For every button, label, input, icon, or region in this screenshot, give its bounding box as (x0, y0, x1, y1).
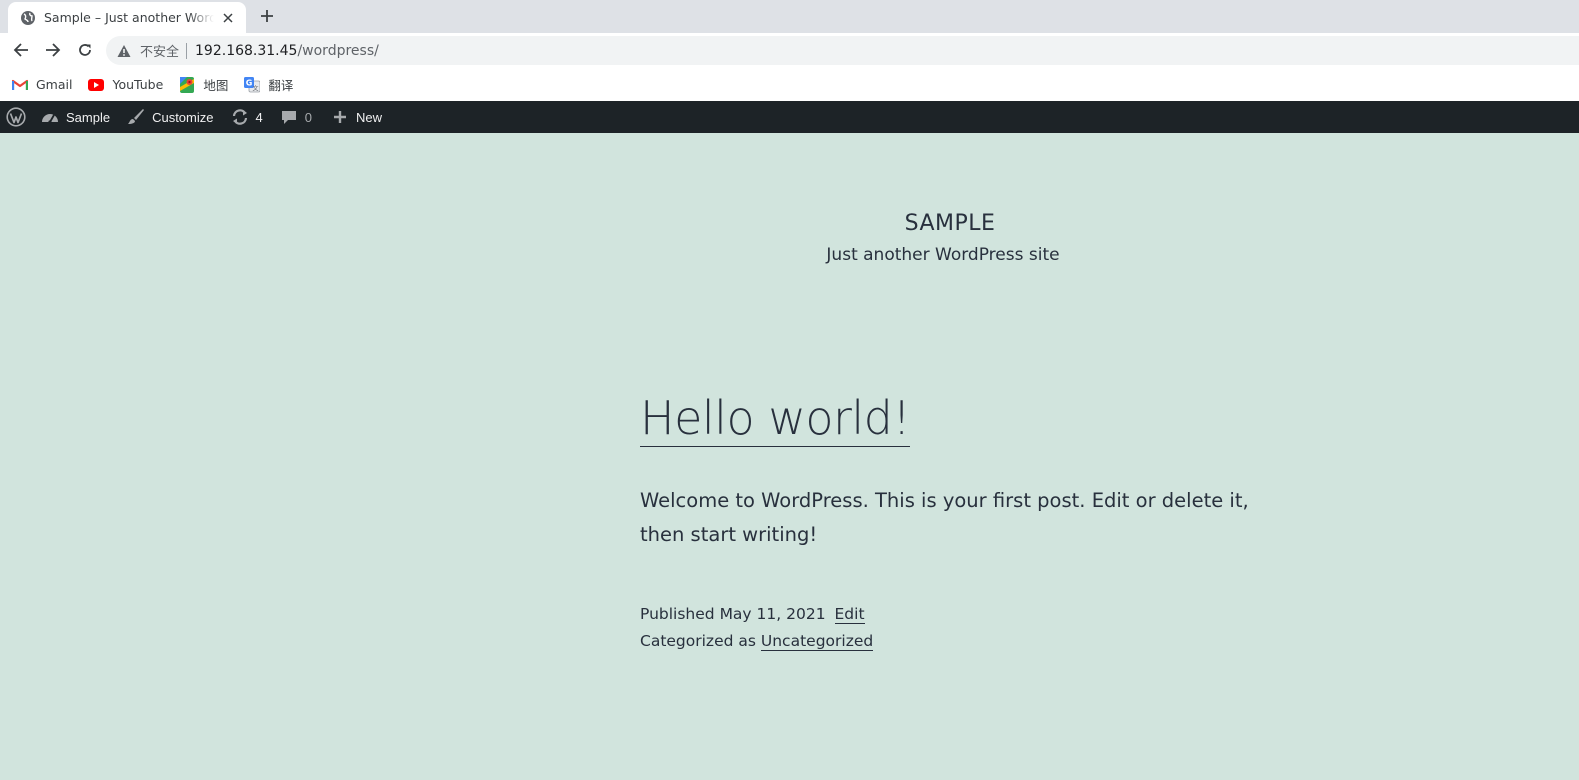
updates-count: 4 (255, 109, 263, 125)
forward-button[interactable] (41, 38, 65, 62)
new-tab-button[interactable] (256, 5, 278, 27)
admin-bar-comments[interactable]: 0 (271, 101, 320, 133)
browser-tab-strip: Sample – Just another WordPress site (0, 0, 1579, 33)
published-date: May 11, 2021 (719, 605, 826, 623)
address-bar[interactable]: 不安全 192.168.31.45/wordpress/ (106, 36, 1579, 65)
warning-icon[interactable] (116, 43, 132, 59)
arrow-right-icon (46, 43, 61, 57)
reload-icon (79, 44, 91, 56)
svg-text:文: 文 (253, 84, 259, 92)
post-content: Welcome to WordPress. This is your first… (640, 489, 1249, 546)
svg-text:G: G (246, 78, 253, 87)
bookmark-gmail[interactable]: Gmail (12, 72, 78, 98)
bookmark-label: Gmail (36, 77, 73, 92)
browser-tab[interactable]: Sample – Just another WordPress site (8, 2, 246, 33)
bookmark-label: 翻译 (268, 78, 294, 93)
bookmarks-bar: Gmail YouTube 地图 G 文 翻译 (0, 68, 1579, 101)
published-prefix: Published (640, 605, 715, 623)
browser-toolbar: 不安全 192.168.31.45/wordpress/ (0, 33, 1579, 68)
plus-icon (261, 10, 273, 22)
globe-icon (20, 10, 36, 26)
tab-title: Sample – Just another WordPress site (44, 10, 214, 25)
bookmark-translate[interactable]: G 文 翻译 (244, 72, 299, 98)
url-host: 192.168.31.45 (195, 42, 298, 59)
security-label[interactable]: 不安全 (140, 41, 179, 60)
admin-bar-updates[interactable]: 4 (222, 101, 271, 133)
category-link[interactable]: Uncategorized (760, 632, 874, 651)
bookmark-maps[interactable]: 地图 (179, 72, 234, 98)
close-tab-icon[interactable] (220, 10, 236, 26)
paintbrush-icon (126, 107, 146, 127)
reload-button[interactable] (73, 38, 97, 62)
maps-icon (179, 76, 195, 93)
gmail-icon (12, 77, 28, 93)
site-description: Just another WordPress site (826, 245, 1060, 265)
customize-label: Customize (152, 109, 214, 125)
wp-admin-bar: Sample Customize 4 0 New (0, 101, 1579, 133)
post-category-line: Categorized as Uncategorized (640, 628, 1260, 655)
back-button[interactable] (9, 38, 33, 62)
post-meta: Published May 11, 2021 Edit Categorized … (640, 601, 1260, 655)
comment-icon (279, 107, 299, 127)
post-published-line: Published May 11, 2021 Edit (640, 601, 1260, 628)
bookmark-label: 地图 (203, 78, 229, 93)
bookmark-label: YouTube (112, 77, 164, 92)
youtube-icon (88, 77, 105, 93)
address-separator (186, 42, 188, 59)
site-title[interactable]: SAMPLE (800, 211, 1100, 236)
plus-icon (330, 107, 350, 127)
post-title-link[interactable]: Hello world! (640, 390, 911, 447)
site-name-label: Sample (66, 109, 111, 125)
dashboard-icon (40, 107, 60, 127)
admin-bar-customize[interactable]: Customize (118, 101, 221, 133)
wordpress-logo-icon (6, 107, 26, 127)
comments-count: 0 (304, 109, 312, 125)
edit-post-link[interactable]: Edit (834, 605, 865, 624)
arrow-left-icon (13, 43, 28, 57)
bookmark-youtube[interactable]: YouTube (88, 72, 169, 98)
wp-logo-menu[interactable] (4, 101, 32, 133)
new-label: New (355, 109, 382, 125)
admin-bar-new-content[interactable]: New (320, 101, 390, 133)
updates-icon (230, 107, 250, 127)
url-path: /wordpress/ (297, 42, 379, 59)
admin-bar-site-name[interactable]: Sample (32, 101, 118, 133)
categorized-prefix: Categorized as (640, 632, 756, 650)
post-article: Hello world! Welcome to WordPress. This … (640, 390, 1260, 655)
translate-icon: G 文 (244, 76, 261, 93)
